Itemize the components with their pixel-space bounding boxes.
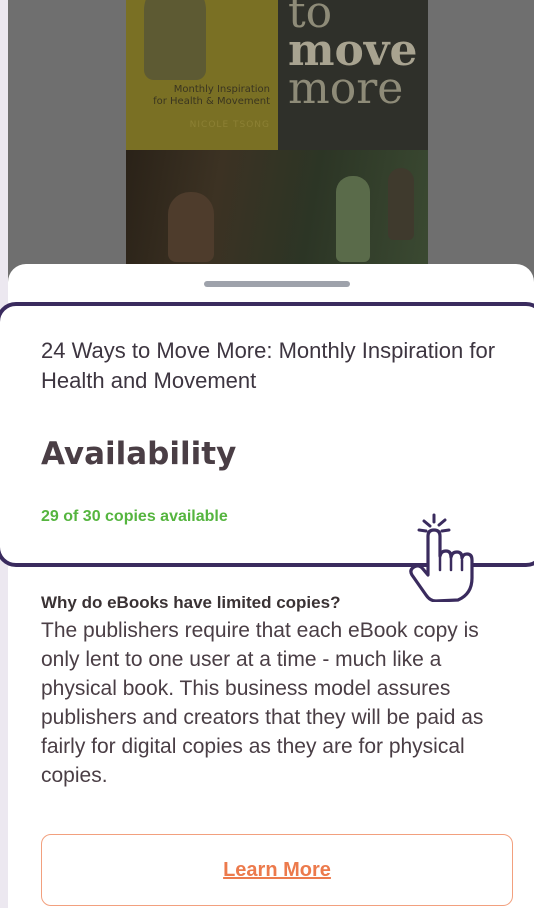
cover-subtitle-line2: for Health & Movement xyxy=(153,96,270,107)
sheet-drag-handle[interactable] xyxy=(204,281,350,287)
cover-subtitle-line1: Monthly Inspiration xyxy=(173,84,270,95)
cover-photo-figure xyxy=(388,168,414,240)
cover-author: NICOLE TSONG xyxy=(189,120,270,130)
cover-title: to move more xyxy=(288,0,417,114)
availability-heading: Availability xyxy=(41,436,237,472)
faq-question: Why do eBooks have limited copies? xyxy=(41,593,341,612)
learn-more-button[interactable]: Learn More xyxy=(41,834,513,906)
cover-photo-figure xyxy=(336,176,370,262)
book-title: 24 Ways to Move More: Monthly Inspiratio… xyxy=(41,338,496,393)
cover-subtitle: Monthly Inspiration for Health & Movemen… xyxy=(134,84,270,108)
copies-available-status: 29 of 30 copies available xyxy=(41,508,228,525)
cover-person-figure xyxy=(144,0,206,80)
tap-pointer-icon xyxy=(409,513,474,602)
cover-photo-figure xyxy=(168,192,214,262)
book-cover-image: Monthly Inspiration for Health & Movemen… xyxy=(126,0,428,290)
faq-answer: The publishers require that each eBook c… xyxy=(41,619,484,787)
cover-title-line3: more xyxy=(288,63,404,114)
